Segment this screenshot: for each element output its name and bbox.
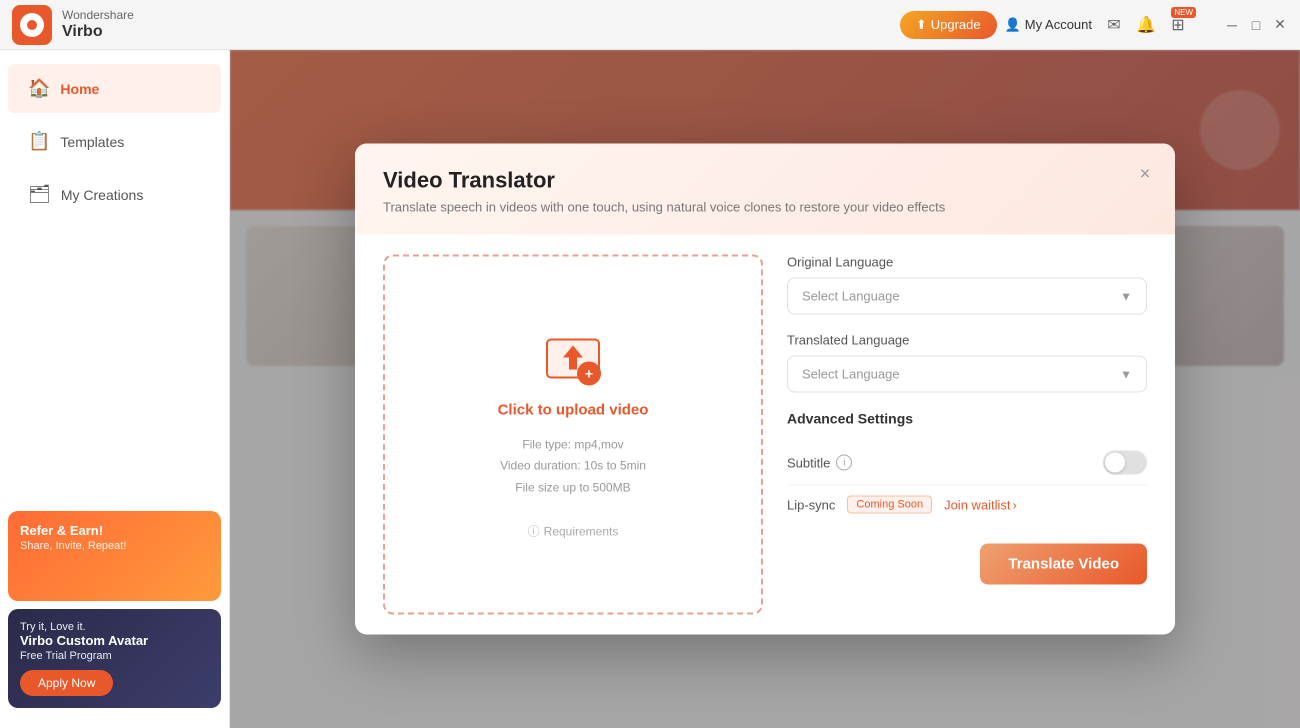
upload-cta-text: Click to upload video bbox=[498, 401, 649, 418]
upgrade-button[interactable]: ⬆ Upgrade bbox=[900, 11, 997, 39]
advanced-settings-label: Advanced Settings bbox=[787, 411, 1147, 427]
coming-soon-badge: Coming Soon bbox=[847, 496, 932, 514]
upload-requirements[interactable]: ⓘ Requirements bbox=[528, 523, 619, 540]
chevron-right-icon: › bbox=[1013, 497, 1017, 512]
modal-subtitle: Translate speech in videos with one touc… bbox=[383, 200, 1147, 215]
app-branding: Wondershare Virbo bbox=[12, 5, 134, 45]
original-language-placeholder: Select Language bbox=[802, 289, 900, 304]
subtitle-toggle[interactable] bbox=[1103, 451, 1147, 475]
icon-bar: ✉ 🔔 ⊞ NEW bbox=[1100, 11, 1192, 39]
subtitle-setting-row: Subtitle i bbox=[787, 441, 1147, 486]
minimize-button[interactable]: ─ bbox=[1224, 17, 1240, 33]
close-button[interactable]: ✕ bbox=[1272, 17, 1288, 33]
templates-icon: 📋 bbox=[28, 131, 50, 152]
promo-refer-subtitle: Share, Invite, Repeat! bbox=[20, 540, 209, 552]
upgrade-icon: ⬆ bbox=[916, 17, 927, 33]
sidebar-item-templates-label: Templates bbox=[60, 134, 124, 150]
translate-btn-row: Translate Video bbox=[787, 544, 1147, 585]
sidebar-item-my-creations[interactable]: 🗂 My Creations bbox=[8, 170, 221, 219]
grid-icon-container: ⊞ NEW bbox=[1164, 11, 1192, 39]
original-language-chevron-icon: ▼ bbox=[1120, 289, 1132, 303]
upload-icon: + bbox=[543, 329, 603, 389]
mail-icon-button[interactable]: ✉ bbox=[1100, 11, 1128, 39]
lipsync-label: Lip-sync bbox=[787, 497, 835, 512]
promo-trial-card: Try it, Love it. Virbo Custom Avatar Fre… bbox=[8, 609, 221, 708]
modal-header: Video Translator Translate speech in vid… bbox=[355, 144, 1175, 235]
app-logo-icon bbox=[12, 5, 52, 45]
promo-trial-title: Virbo Custom Avatar bbox=[20, 633, 209, 648]
translated-language-placeholder: Select Language bbox=[802, 367, 900, 382]
lipsync-setting-row: Lip-sync Coming Soon Join waitlist › bbox=[787, 486, 1147, 524]
modal-title: Video Translator bbox=[383, 168, 1147, 194]
sidebar-item-templates[interactable]: 📋 Templates bbox=[8, 117, 221, 166]
content-area: Video Translator Translate speech in vid… bbox=[230, 50, 1300, 728]
window-controls: ─ □ ✕ bbox=[1224, 17, 1288, 33]
main-layout: 🏠 Home 📋 Templates 🗂 My Creations Refer … bbox=[0, 50, 1300, 728]
translated-language-chevron-icon: ▼ bbox=[1120, 367, 1132, 381]
subtitle-label: Subtitle i bbox=[787, 455, 852, 471]
creations-icon: 🗂 bbox=[28, 184, 51, 205]
sidebar: 🏠 Home 📋 Templates 🗂 My Creations Refer … bbox=[0, 50, 230, 728]
sidebar-promos: Refer & Earn! Share, Invite, Repeat! Try… bbox=[0, 503, 229, 716]
sidebar-item-my-creations-label: My Creations bbox=[61, 187, 143, 203]
subtitle-info-icon[interactable]: i bbox=[836, 455, 852, 471]
home-icon: 🏠 bbox=[28, 78, 50, 99]
video-translator-modal: Video Translator Translate speech in vid… bbox=[355, 144, 1175, 635]
original-language-dropdown[interactable]: Select Language ▼ bbox=[787, 278, 1147, 315]
translated-language-label: Translated Language bbox=[787, 333, 1147, 348]
notification-icon-button[interactable]: 🔔 bbox=[1132, 11, 1160, 39]
product-name: Virbo bbox=[62, 22, 134, 41]
account-button[interactable]: 👤 My Account bbox=[1005, 17, 1092, 33]
sidebar-item-home-label: Home bbox=[60, 81, 99, 97]
maximize-button[interactable]: □ bbox=[1248, 17, 1264, 33]
svg-text:+: + bbox=[585, 365, 593, 381]
promo-refer-title: Refer & Earn! bbox=[20, 523, 209, 538]
promo-trial-subtitle: Free Trial Program bbox=[20, 650, 209, 662]
upload-area[interactable]: + Click to upload video File type: mp4,m… bbox=[383, 255, 763, 615]
new-badge: NEW bbox=[1171, 7, 1196, 18]
modal-close-button[interactable]: × bbox=[1131, 160, 1159, 188]
title-bar-right: ⬆ Upgrade 👤 My Account ✉ 🔔 ⊞ NEW ─ □ ✕ bbox=[900, 11, 1288, 39]
join-waitlist-link[interactable]: Join waitlist › bbox=[944, 497, 1017, 512]
sidebar-item-home[interactable]: 🏠 Home bbox=[8, 64, 221, 113]
promo-trial-eyebrow: Try it, Love it. bbox=[20, 621, 209, 633]
original-language-label: Original Language bbox=[787, 255, 1147, 270]
account-icon: 👤 bbox=[1005, 17, 1021, 33]
brand-name: Wondershare bbox=[62, 8, 134, 22]
translated-language-dropdown[interactable]: Select Language ▼ bbox=[787, 356, 1147, 393]
upload-file-type: File type: mp4,mov Video duration: 10s t… bbox=[500, 434, 646, 499]
promo-refer-card: Refer & Earn! Share, Invite, Repeat! bbox=[8, 511, 221, 601]
info-circle-icon: ⓘ bbox=[528, 523, 540, 540]
settings-panel: Original Language Select Language ▼ Tran… bbox=[787, 255, 1147, 615]
app-name: Wondershare Virbo bbox=[62, 8, 134, 42]
title-bar: Wondershare Virbo ⬆ Upgrade 👤 My Account… bbox=[0, 0, 1300, 50]
apply-now-button[interactable]: Apply Now bbox=[20, 670, 113, 696]
translate-video-button[interactable]: Translate Video bbox=[980, 544, 1147, 585]
modal-body: + Click to upload video File type: mp4,m… bbox=[355, 235, 1175, 635]
